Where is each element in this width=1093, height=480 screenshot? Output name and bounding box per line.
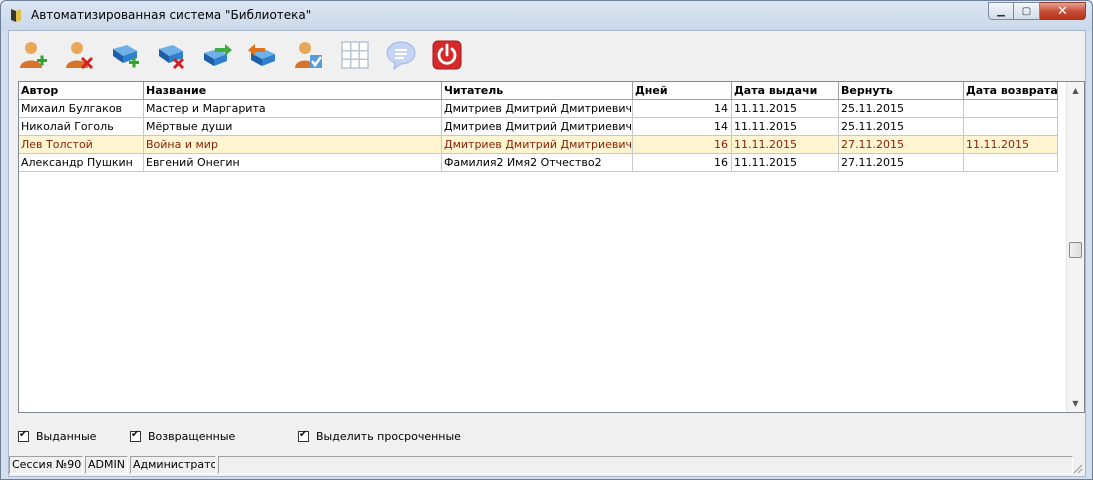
toolbar — [15, 35, 475, 75]
minimize-button[interactable]: ▁ — [988, 2, 1014, 20]
add-reader-button[interactable] — [15, 37, 51, 73]
client-area: Автор Название Читатель Дней Дата выдачи… — [8, 30, 1086, 477]
check-reader-button[interactable] — [291, 37, 327, 73]
checkbox-checked-icon[interactable] — [18, 429, 29, 442]
highlight-overdue-checkbox[interactable]: Выделить просроченные — [298, 429, 461, 443]
returned-checkbox-label: Возвращенные — [148, 430, 236, 443]
maximize-button[interactable]: ▢ — [1014, 2, 1040, 20]
close-button[interactable]: ✕ — [1040, 2, 1086, 20]
cell-days[interactable]: 16 — [633, 154, 732, 172]
column-header-author[interactable]: Автор — [19, 82, 144, 100]
title-bar[interactable]: Автоматизированная система "Библиотека" … — [1, 1, 1092, 29]
book-delete-icon — [159, 45, 185, 70]
add-book-button[interactable] — [107, 37, 143, 73]
cell-due-date[interactable]: 25.11.2015 — [839, 118, 964, 136]
book-issue-icon — [204, 44, 232, 66]
resize-grip-icon[interactable] — [1071, 462, 1083, 474]
cell-due-date[interactable]: 27.11.2015 — [839, 136, 964, 154]
table-body: Михаил Булгаков Мастер и Маргарита Дмитр… — [19, 100, 1058, 172]
table-row[interactable]: Николай Гоголь Мёртвые души Дмитриев Дми… — [19, 118, 1058, 136]
checkbox-checked-icon[interactable] — [130, 429, 141, 442]
issue-book-button[interactable] — [199, 37, 235, 73]
status-user: ADMIN — [85, 456, 128, 474]
cell-title[interactable]: Мастер и Маргарита — [144, 100, 442, 118]
cell-title[interactable]: Евгений Онегин — [144, 154, 442, 172]
scroll-up-arrow-icon[interactable]: ▲ — [1067, 82, 1084, 99]
power-icon — [432, 40, 462, 70]
maximize-icon: ▢ — [1021, 5, 1032, 17]
status-session: Сессия №90 — [9, 456, 83, 474]
grid-icon — [341, 41, 369, 69]
main-window: Автоматизированная система "Библиотека" … — [0, 0, 1093, 480]
cell-days[interactable]: 14 — [633, 100, 732, 118]
cell-author[interactable]: Лев Толстой — [19, 136, 144, 154]
filter-bar: Выданные Возвращенные Выделить просрочен… — [18, 429, 1078, 446]
highlight-overdue-checkbox-label: Выделить просроченные — [316, 430, 461, 443]
window-title: Автоматизированная система "Библиотека" — [31, 8, 312, 22]
cell-issue-date[interactable]: 11.11.2015 — [732, 118, 839, 136]
book-return-icon — [248, 44, 275, 66]
exit-button[interactable] — [429, 37, 465, 73]
scroll-thumb[interactable] — [1069, 242, 1082, 258]
user-check-icon — [295, 42, 322, 68]
column-header-reader[interactable]: Читатель — [442, 82, 633, 100]
cell-reader[interactable]: Дмитриев Дмитрий Дмитриевич — [442, 136, 633, 154]
cell-author[interactable]: Михаил Булгаков — [19, 100, 144, 118]
issued-checkbox-label: Выданные — [36, 430, 97, 443]
return-book-button[interactable] — [245, 37, 281, 73]
cell-due-date[interactable]: 27.11.2015 — [839, 154, 964, 172]
cell-reader[interactable]: Дмитриев Дмитрий Дмитриевич — [442, 118, 633, 136]
grid-button[interactable] — [337, 37, 373, 73]
cell-issue-date[interactable]: 11.11.2015 — [732, 136, 839, 154]
speech-bubble-icon — [386, 41, 416, 71]
user-delete-icon — [66, 42, 94, 70]
column-header-title[interactable]: Название — [144, 82, 442, 100]
cell-days[interactable]: 16 — [633, 136, 732, 154]
column-header-issue-date[interactable]: Дата выдачи — [732, 82, 839, 100]
status-role: Администратор — [130, 456, 216, 474]
cell-return-date[interactable]: 11.11.2015 — [964, 136, 1058, 154]
cell-issue-date[interactable]: 11.11.2015 — [732, 100, 839, 118]
cell-reader[interactable]: Дмитриев Дмитрий Дмитриевич — [442, 100, 633, 118]
status-bar: Сессия №90 ADMIN Администратор — [9, 456, 1085, 476]
cell-return-date[interactable] — [964, 154, 1058, 172]
issued-checkbox[interactable]: Выданные — [18, 429, 97, 443]
scroll-down-arrow-icon[interactable]: ▼ — [1067, 395, 1084, 412]
cell-return-date[interactable] — [964, 100, 1058, 118]
table-row-overdue[interactable]: Лев Толстой Война и мир Дмитриев Дмитрий… — [19, 136, 1058, 154]
user-add-icon — [20, 42, 47, 68]
table-row[interactable]: Александр Пушкин Евгений Онегин Фамилия2… — [19, 154, 1058, 172]
status-extra — [218, 456, 1073, 474]
column-header-days[interactable]: Дней — [633, 82, 732, 100]
cell-days[interactable]: 14 — [633, 118, 732, 136]
cell-title[interactable]: Мёртвые души — [144, 118, 442, 136]
cell-reader[interactable]: Фамилия2 Имя2 Отчество2 — [442, 154, 633, 172]
table-header: Автор Название Читатель Дней Дата выдачи… — [19, 82, 1058, 100]
returned-checkbox[interactable]: Возвращенные — [130, 429, 236, 443]
cell-issue-date[interactable]: 11.11.2015 — [732, 154, 839, 172]
column-header-return-date[interactable]: Дата возврата — [964, 82, 1058, 100]
delete-book-button[interactable] — [153, 37, 189, 73]
caption-buttons: ▁ ▢ ✕ — [988, 2, 1086, 21]
message-button[interactable] — [383, 37, 419, 73]
cell-author[interactable]: Александр Пушкин — [19, 154, 144, 172]
delete-reader-button[interactable] — [61, 37, 97, 73]
minimize-icon: ▁ — [997, 5, 1005, 17]
cell-due-date[interactable]: 25.11.2015 — [839, 100, 964, 118]
loans-table: Автор Название Читатель Дней Дата выдачи… — [18, 81, 1085, 413]
cell-title[interactable]: Война и мир — [144, 136, 442, 154]
checkbox-checked-icon[interactable] — [298, 429, 309, 442]
close-icon: ✕ — [1057, 3, 1068, 19]
table-row[interactable]: Михаил Булгаков Мастер и Маргарита Дмитр… — [19, 100, 1058, 118]
cell-author[interactable]: Николай Гоголь — [19, 118, 144, 136]
cell-return-date[interactable] — [964, 118, 1058, 136]
app-icon — [11, 9, 21, 22]
book-add-icon — [113, 45, 139, 68]
column-header-due-date[interactable]: Вернуть — [839, 82, 964, 100]
vertical-scrollbar[interactable]: ▲ ▼ — [1066, 82, 1084, 412]
